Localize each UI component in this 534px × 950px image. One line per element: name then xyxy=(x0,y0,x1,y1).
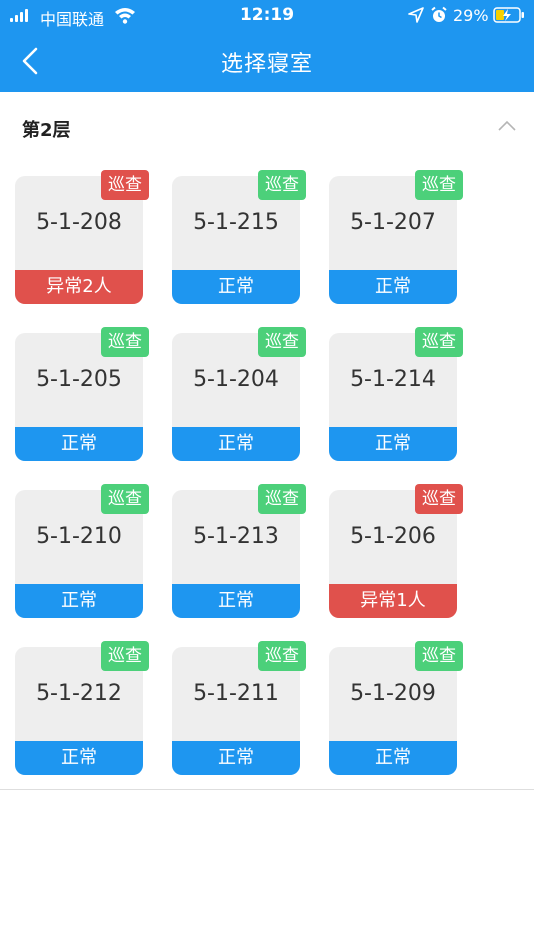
patrol-badge[interactable]: 巡查 xyxy=(415,327,463,357)
room-card[interactable]: 5-1-214 正常 巡查 xyxy=(329,327,463,461)
patrol-badge[interactable]: 巡查 xyxy=(415,641,463,671)
room-number: 5-1-209 xyxy=(350,681,436,706)
alarm-clock-icon xyxy=(431,6,447,22)
top-bar: 中国联通 12:19 29% 选择寝室 xyxy=(0,0,534,92)
patrol-badge[interactable]: 巡查 xyxy=(101,170,149,200)
room-number: 5-1-204 xyxy=(193,367,279,392)
page-title: 选择寝室 xyxy=(220,52,313,77)
patrol-badge[interactable]: 巡查 xyxy=(101,484,149,514)
patrol-badge[interactable]: 巡查 xyxy=(415,170,463,200)
room-card[interactable]: 5-1-208 异常2人 巡查 xyxy=(15,170,149,304)
chevron-up-icon[interactable] xyxy=(496,118,518,134)
room-number: 5-1-206 xyxy=(350,524,436,549)
room-number: 5-1-208 xyxy=(36,210,122,235)
room-card[interactable]: 5-1-211 正常 巡查 xyxy=(172,641,306,775)
patrol-badge[interactable]: 巡查 xyxy=(258,170,306,200)
battery-percent: 29% xyxy=(453,6,489,25)
room-status: 正常 xyxy=(329,741,457,775)
room-number: 5-1-207 xyxy=(350,210,436,235)
room-card[interactable]: 5-1-209 正常 巡查 xyxy=(329,641,463,775)
room-status: 正常 xyxy=(15,741,143,775)
location-arrow-icon xyxy=(408,7,424,23)
room-status: 正常 xyxy=(172,270,300,304)
room-number: 5-1-215 xyxy=(193,210,279,235)
nav-bar: 选择寝室 xyxy=(0,32,534,92)
room-status: 异常2人 xyxy=(15,270,143,304)
room-status: 正常 xyxy=(329,270,457,304)
room-status: 异常1人 xyxy=(329,584,457,618)
room-number: 5-1-211 xyxy=(193,681,279,706)
room-status: 正常 xyxy=(172,427,300,461)
patrol-badge[interactable]: 巡查 xyxy=(101,641,149,671)
room-card[interactable]: 5-1-206 异常1人 巡查 xyxy=(329,484,463,618)
floor-label: 第2层 xyxy=(22,120,71,141)
divider xyxy=(0,789,534,790)
patrol-badge[interactable]: 巡查 xyxy=(258,327,306,357)
status-bar: 中国联通 12:19 29% xyxy=(0,0,534,32)
battery-charging-icon xyxy=(493,7,524,23)
room-card[interactable]: 5-1-204 正常 巡查 xyxy=(172,327,306,461)
room-number: 5-1-212 xyxy=(36,681,122,706)
room-status: 正常 xyxy=(172,584,300,618)
room-card[interactable]: 5-1-215 正常 巡查 xyxy=(172,170,306,304)
room-card[interactable]: 5-1-207 正常 巡查 xyxy=(329,170,463,304)
patrol-badge[interactable]: 巡查 xyxy=(258,641,306,671)
room-status: 正常 xyxy=(329,427,457,461)
patrol-badge[interactable]: 巡查 xyxy=(101,327,149,357)
room-card[interactable]: 5-1-205 正常 巡查 xyxy=(15,327,149,461)
room-number: 5-1-213 xyxy=(193,524,279,549)
patrol-badge[interactable]: 巡查 xyxy=(258,484,306,514)
room-number: 5-1-205 xyxy=(36,367,122,392)
room-number: 5-1-214 xyxy=(350,367,436,392)
room-status: 正常 xyxy=(172,741,300,775)
room-status: 正常 xyxy=(15,584,143,618)
room-card[interactable]: 5-1-212 正常 巡查 xyxy=(15,641,149,775)
room-card[interactable]: 5-1-210 正常 巡查 xyxy=(15,484,149,618)
room-number: 5-1-210 xyxy=(36,524,122,549)
patrol-badge[interactable]: 巡查 xyxy=(415,484,463,514)
room-status: 正常 xyxy=(15,427,143,461)
room-card[interactable]: 5-1-213 正常 巡查 xyxy=(172,484,306,618)
floor-header[interactable]: 第2层 xyxy=(0,92,534,160)
